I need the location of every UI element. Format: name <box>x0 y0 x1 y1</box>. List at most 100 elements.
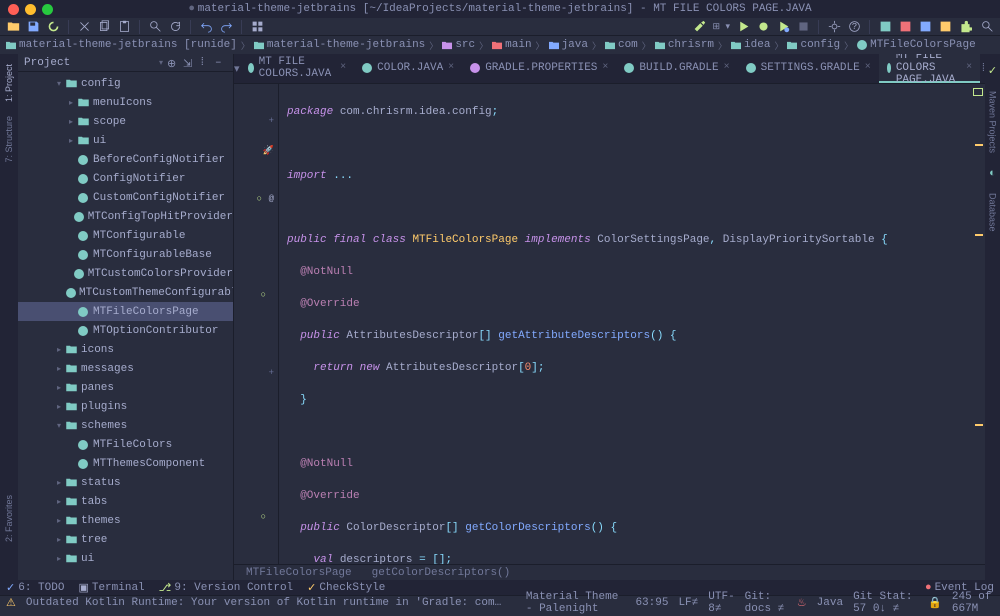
undo-icon[interactable] <box>199 20 213 34</box>
lock-icon[interactable]: 🔒 <box>928 596 942 610</box>
breadcrumb-item[interactable]: main <box>492 39 531 51</box>
code-editor[interactable]: package com.chrisrm.idea.config; import … <box>279 84 973 564</box>
grid-icon[interactable] <box>250 20 264 34</box>
window-minimize-button[interactable] <box>25 4 36 15</box>
breadcrumb-item[interactable]: material-theme-jetbrains <box>254 39 425 51</box>
tree-file[interactable]: CustomConfigNotifier <box>18 188 233 207</box>
tree-folder[interactable]: ▸ui <box>18 549 233 568</box>
panel-settings-icon[interactable]: ⁞ <box>199 57 211 69</box>
tree-file[interactable]: MTConfigTopHitProvider <box>18 207 233 226</box>
tree-file[interactable]: MTFileColors <box>18 435 233 454</box>
mt-icon-1[interactable] <box>878 20 892 34</box>
paste-icon[interactable] <box>117 20 131 34</box>
mt-icon-2[interactable] <box>898 20 912 34</box>
breadcrumb-item[interactable]: config <box>787 39 840 51</box>
scroll-from-source-icon[interactable]: ⊕ <box>167 57 179 69</box>
tree-folder[interactable]: ▸themes <box>18 511 233 530</box>
breadcrumb-item[interactable]: chrisrm <box>655 39 714 51</box>
search-everywhere-icon[interactable] <box>980 20 994 34</box>
terminal-tool[interactable]: ▣Terminal <box>78 581 144 595</box>
maven-tool-tab[interactable]: Maven Projects <box>986 85 1000 159</box>
tree-file[interactable]: MTFileColorsPage <box>18 302 233 321</box>
tree-folder[interactable]: ▸icons <box>18 340 233 359</box>
search-icon[interactable] <box>148 20 162 34</box>
hammer-icon[interactable] <box>693 20 707 34</box>
status-line-sep[interactable]: LF≠ <box>678 597 698 609</box>
redo-icon[interactable] <box>219 20 233 34</box>
close-tab-icon[interactable]: × <box>340 62 346 73</box>
save-icon[interactable] <box>26 20 40 34</box>
checkstyle-tool[interactable]: ✓CheckStyle <box>307 581 385 595</box>
mt-icon-3[interactable] <box>918 20 932 34</box>
editor-tab[interactable]: COLOR.JAVA× <box>354 54 462 83</box>
settings-icon[interactable] <box>827 20 841 34</box>
error-stripe[interactable] <box>973 84 985 564</box>
mt-icon-4[interactable] <box>938 20 952 34</box>
run-config-icon[interactable]: ⊞ ▾ <box>713 20 730 34</box>
run-coverage-icon[interactable] <box>776 20 790 34</box>
breadcrumb-item[interactable]: material-theme-jetbrains [runide] <box>6 39 237 51</box>
run-icon[interactable] <box>736 20 750 34</box>
tree-folder[interactable]: ▸tree <box>18 530 233 549</box>
warning-icon[interactable]: ⚠ <box>6 596 16 610</box>
favorites-tool-tab[interactable]: 2: Favorites <box>2 489 16 548</box>
editor-gutter[interactable]: + 🚀 ○ @ ○ + ○ <box>234 84 279 564</box>
inspection-icon[interactable]: ✓ <box>984 58 1000 83</box>
project-tree[interactable]: ▾config▸menuIcons▸scope▸uiBeforeConfigNo… <box>18 72 233 580</box>
status-java[interactable]: Java <box>817 597 843 609</box>
tree-folder[interactable]: ▸scope <box>18 112 233 131</box>
editor-tab[interactable]: BUILD.GRADLE× <box>616 54 737 83</box>
tree-folder[interactable]: ▸plugins <box>18 397 233 416</box>
structure-tool-tab[interactable]: 7: Structure <box>2 110 16 169</box>
database-tool-tab[interactable]: Database <box>986 187 1000 238</box>
editor-tab[interactable]: GRADLE.PROPERTIES× <box>462 54 616 83</box>
status-message[interactable]: Outdated Kotlin Runtime: Your version of… <box>26 597 506 609</box>
close-tab-icon[interactable]: × <box>602 62 608 73</box>
collapse-icon[interactable]: ⇲ <box>183 57 195 69</box>
close-tab-icon[interactable]: × <box>724 62 730 73</box>
tree-file[interactable]: MTCustomColorsProvider <box>18 264 233 283</box>
stop-icon[interactable] <box>796 20 810 34</box>
close-tab-icon[interactable]: × <box>448 62 454 73</box>
breadcrumb-item[interactable]: idea <box>731 39 770 51</box>
tree-file[interactable]: MTConfigurable <box>18 226 233 245</box>
project-tool-tab[interactable]: 1: Project <box>2 58 16 108</box>
breadcrumb-item[interactable]: MTFileColorsPage <box>857 39 976 51</box>
tree-file[interactable]: ConfigNotifier <box>18 169 233 188</box>
tree-file[interactable]: MTOptionContributor <box>18 321 233 340</box>
breadcrumb-item[interactable]: java <box>549 39 588 51</box>
tree-file[interactable]: MTCustomThemeConfigurable <box>18 283 233 302</box>
status-encoding[interactable]: UTF-8≠ <box>708 591 734 615</box>
crumb-method[interactable]: getColorDescriptors() <box>372 567 511 579</box>
sync-icon[interactable] <box>46 20 60 34</box>
help-icon[interactable]: ? <box>847 20 861 34</box>
hide-panel-icon[interactable]: ‒ <box>215 57 227 69</box>
cut-icon[interactable] <box>77 20 91 34</box>
tree-folder[interactable]: ▸menuIcons <box>18 93 233 112</box>
tree-file[interactable]: MTConfigurableBase <box>18 245 233 264</box>
editor-tab[interactable]: MT FILE COLORS.JAVA× <box>240 54 355 83</box>
tree-folder[interactable]: ▸panes <box>18 378 233 397</box>
vcs-tool[interactable]: ⎇9: Version Control <box>159 581 294 595</box>
close-tab-icon[interactable]: × <box>966 62 972 73</box>
status-memory[interactable]: 245 of 667M <box>952 591 994 615</box>
puzzle-icon[interactable] <box>958 20 972 34</box>
tree-file[interactable]: BeforeConfigNotifier <box>18 150 233 169</box>
status-git-branch[interactable]: Git: docs ≠ <box>745 591 787 615</box>
window-maximize-button[interactable] <box>42 4 53 15</box>
refresh-icon[interactable] <box>168 20 182 34</box>
status-position[interactable]: 63:95 <box>635 597 668 609</box>
editor-tab[interactable]: MT FILE COLORS PAGE.JAVA× <box>879 54 980 83</box>
tree-folder[interactable]: ▸tabs <box>18 492 233 511</box>
editor-tab[interactable]: SETTINGS.GRADLE× <box>738 54 879 83</box>
status-gitstat[interactable]: Git Stat: 57 0↓ ≠ <box>853 591 918 615</box>
crumb-class[interactable]: MTFileColorsPage <box>246 567 352 579</box>
editor-breadcrumb[interactable]: MTFileColorsPage getColorDescriptors() <box>234 564 985 580</box>
todo-tool[interactable]: ✓6: TODO <box>6 581 64 595</box>
tree-file[interactable]: MTThemesComponent <box>18 454 233 473</box>
tree-folder[interactable]: ▸ui <box>18 131 233 150</box>
window-close-button[interactable] <box>8 4 19 15</box>
tree-folder[interactable]: ▾config <box>18 74 233 93</box>
open-icon[interactable] <box>6 20 20 34</box>
tree-folder[interactable]: ▸status <box>18 473 233 492</box>
